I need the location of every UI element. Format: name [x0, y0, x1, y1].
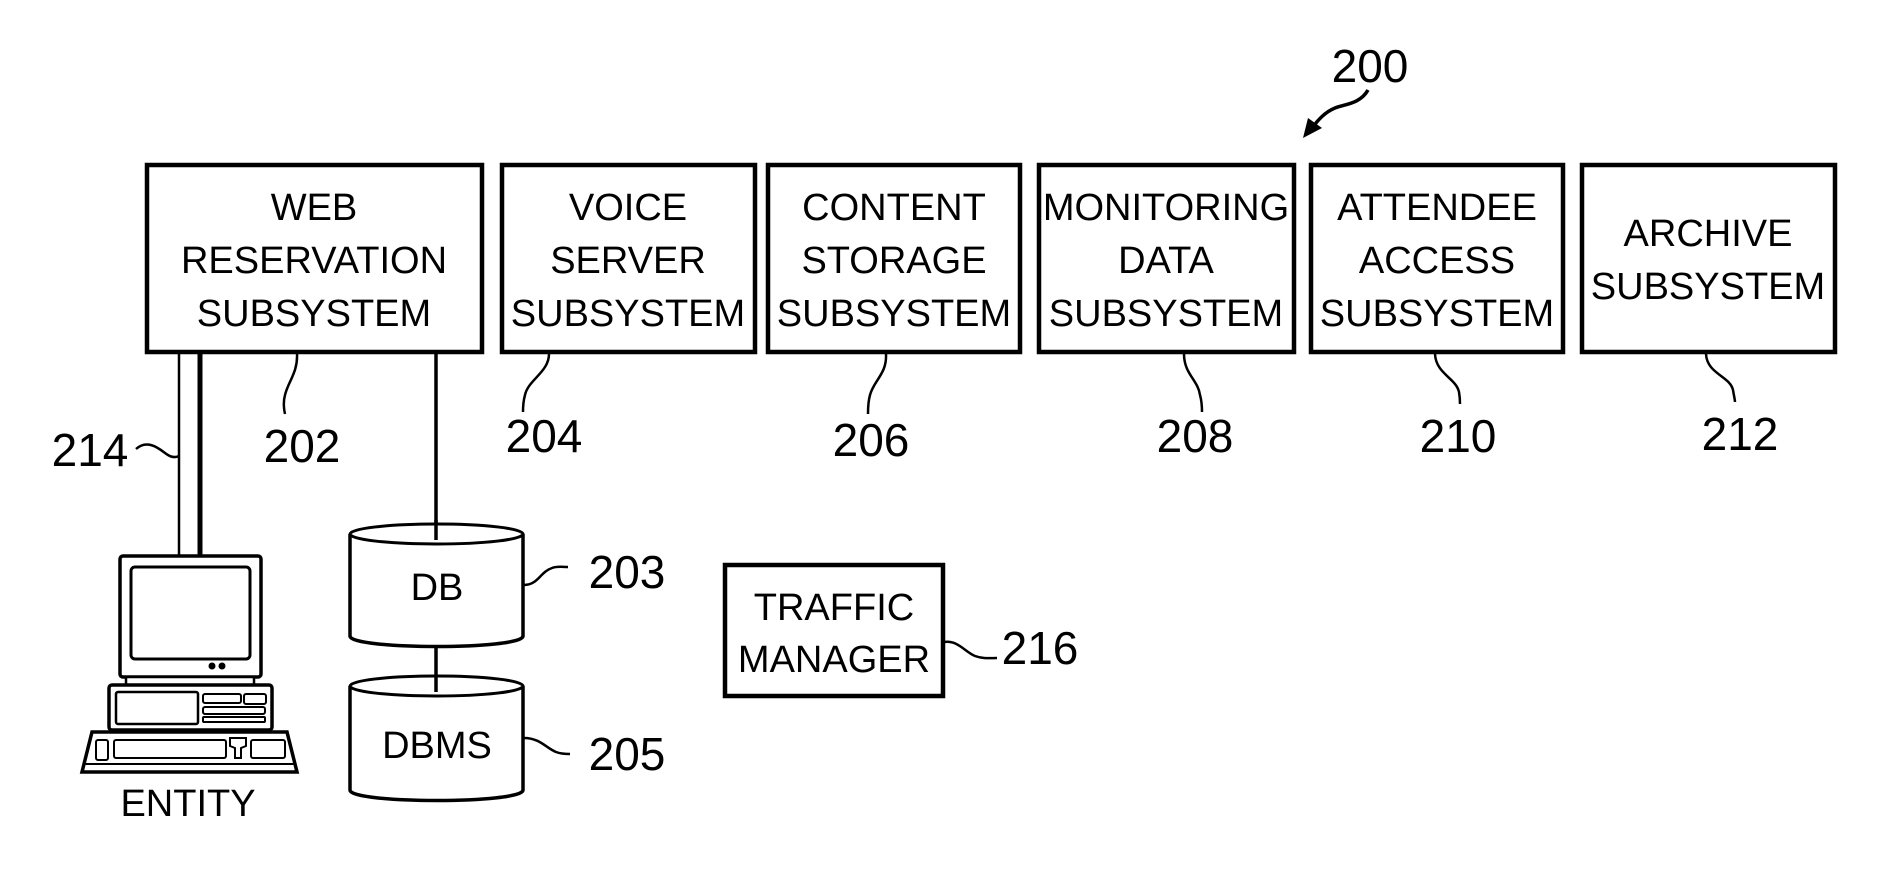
box-line: MONITORING — [1043, 187, 1289, 229]
callout-208: 208 — [1157, 353, 1234, 462]
entity-label: ENTITY — [120, 783, 255, 825]
ref-label: 210 — [1420, 410, 1497, 462]
box-line: ATTENDEE — [1337, 187, 1537, 229]
ref-label: 216 — [1002, 622, 1079, 674]
subsystem-voice-server[interactable]: VOICE SERVER SUBSYSTEM — [499, 162, 758, 355]
box-line: MANAGER — [738, 639, 930, 681]
ref-label: 214 — [52, 424, 129, 476]
subsystem-web-reservation[interactable]: WEB RESERVATION SUBSYSTEM — [144, 162, 485, 355]
box-line: SERVER — [550, 240, 706, 282]
figure-arrow-curve — [1310, 89, 1370, 130]
box-line: VOICE — [569, 187, 687, 229]
callout-210: 210 — [1420, 353, 1497, 462]
subsystem-monitoring-data[interactable]: MONITORING DATA SUBSYSTEM — [1036, 162, 1297, 355]
ref-label: 202 — [264, 420, 341, 472]
box-line: RESERVATION — [181, 240, 447, 282]
subsystem-archive[interactable]: ARCHIVE SUBSYSTEM — [1579, 162, 1838, 355]
callout-203: 203 — [523, 546, 666, 598]
figure-number: 200 — [1332, 40, 1409, 92]
box-line: STORAGE — [801, 240, 986, 282]
box-line: SUBSYSTEM — [197, 293, 431, 335]
subsystem-content-storage[interactable]: CONTENT STORAGE SUBSYSTEM — [765, 162, 1023, 355]
ref-label: 212 — [1702, 408, 1779, 460]
cylinder-label: DBMS — [382, 725, 492, 767]
box-line: SUBSYSTEM — [1049, 293, 1283, 335]
callout-206: 206 — [833, 353, 910, 466]
box-line: SUBSYSTEM — [1591, 266, 1825, 308]
database-db[interactable]: DB — [348, 520, 525, 649]
computer-workstation-icon[interactable] — [79, 554, 300, 774]
callout-202: 202 — [264, 353, 341, 472]
ref-label: 205 — [589, 728, 666, 780]
box-line: CONTENT — [802, 187, 986, 229]
database-dbms[interactable]: DBMS — [348, 674, 525, 803]
callout-205: 205 — [523, 728, 666, 780]
box-line: ARCHIVE — [1624, 213, 1793, 255]
callout-204: 204 — [506, 353, 583, 462]
box-line: SUBSYSTEM — [1320, 293, 1554, 335]
box-line: SUBSYSTEM — [777, 293, 1011, 335]
box-line: WEB — [271, 187, 358, 229]
subsystem-attendee-access[interactable]: ATTENDEE ACCESS SUBSYSTEM — [1308, 162, 1566, 355]
box-line: ACCESS — [1359, 240, 1515, 282]
figure-reference: 200 — [1303, 40, 1408, 138]
system-diagram: 200 WEB RESERVATION SUBSYSTEM VOICE SERV… — [52, 40, 1838, 825]
traffic-manager[interactable]: TRAFFIC MANAGER — [722, 562, 946, 699]
ref-label: 206 — [833, 414, 910, 466]
box-line: DATA — [1118, 240, 1214, 282]
entity-link: 214 — [52, 352, 203, 557]
cylinder-label: DB — [411, 567, 464, 609]
callout-216: 216 — [943, 622, 1079, 674]
callout-212: 212 — [1702, 353, 1779, 460]
ref-label: 208 — [1157, 410, 1234, 462]
box-line: SUBSYSTEM — [511, 293, 745, 335]
box-line: TRAFFIC — [754, 587, 914, 629]
ref-label: 203 — [589, 546, 666, 598]
ref-label: 204 — [506, 410, 583, 462]
